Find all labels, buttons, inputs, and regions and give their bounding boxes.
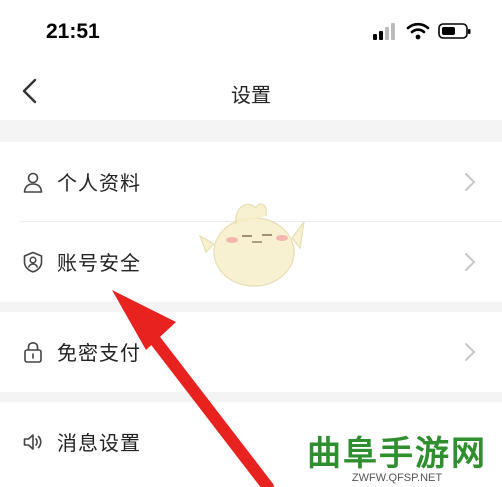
nav-bar: 设置 bbox=[0, 66, 502, 120]
status-icons bbox=[372, 22, 472, 40]
chevron-right-icon bbox=[465, 253, 476, 271]
settings-item-label: 免密支付 bbox=[57, 341, 141, 365]
settings-item-label: 账号安全 bbox=[57, 251, 141, 275]
settings-item-label: 个人资料 bbox=[57, 171, 141, 195]
settings-item-label: 消息设置 bbox=[57, 431, 141, 455]
lock-icon bbox=[24, 341, 42, 363]
signal-icon bbox=[373, 23, 395, 40]
status-time: 21:51 bbox=[46, 20, 100, 43]
person-icon bbox=[23, 172, 43, 193]
settings-item-password-free-payment[interactable]: 免密支付 bbox=[0, 312, 502, 392]
chick-mascot bbox=[198, 203, 305, 287]
wifi-icon bbox=[406, 22, 430, 40]
watermark-title: 曲阜手游网 bbox=[307, 434, 487, 474]
watermark: 曲阜手游网 ZWFW.QFSP.NET bbox=[292, 426, 502, 487]
speaker-icon bbox=[23, 434, 42, 450]
page-title: 设置 bbox=[231, 83, 271, 107]
section-gap bbox=[0, 392, 502, 402]
chevron-right-icon bbox=[465, 343, 476, 361]
shield-user-icon bbox=[23, 251, 43, 273]
status-bar: 21:51 bbox=[0, 0, 502, 66]
watermark-url: ZWFW.QFSP.NET bbox=[351, 472, 443, 484]
section-gap bbox=[0, 120, 502, 142]
battery-icon bbox=[438, 23, 471, 39]
section-gap bbox=[0, 302, 502, 312]
chevron-right-icon bbox=[465, 173, 476, 191]
